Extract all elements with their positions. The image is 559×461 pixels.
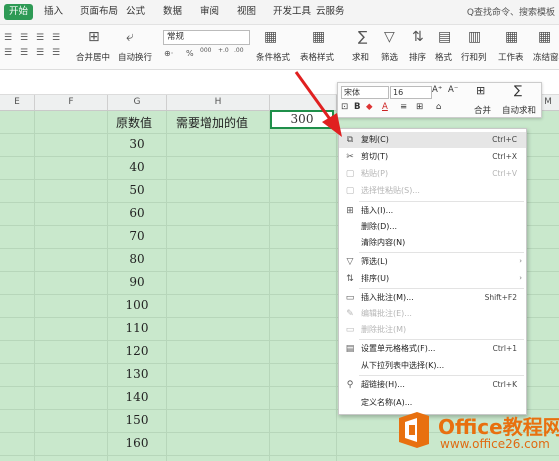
watermark-brand: Office教程网 xyxy=(438,415,559,439)
office-logo-icon xyxy=(399,412,429,448)
annotation-arrow xyxy=(294,71,342,137)
watermark-url: www.office26.com xyxy=(440,437,550,451)
